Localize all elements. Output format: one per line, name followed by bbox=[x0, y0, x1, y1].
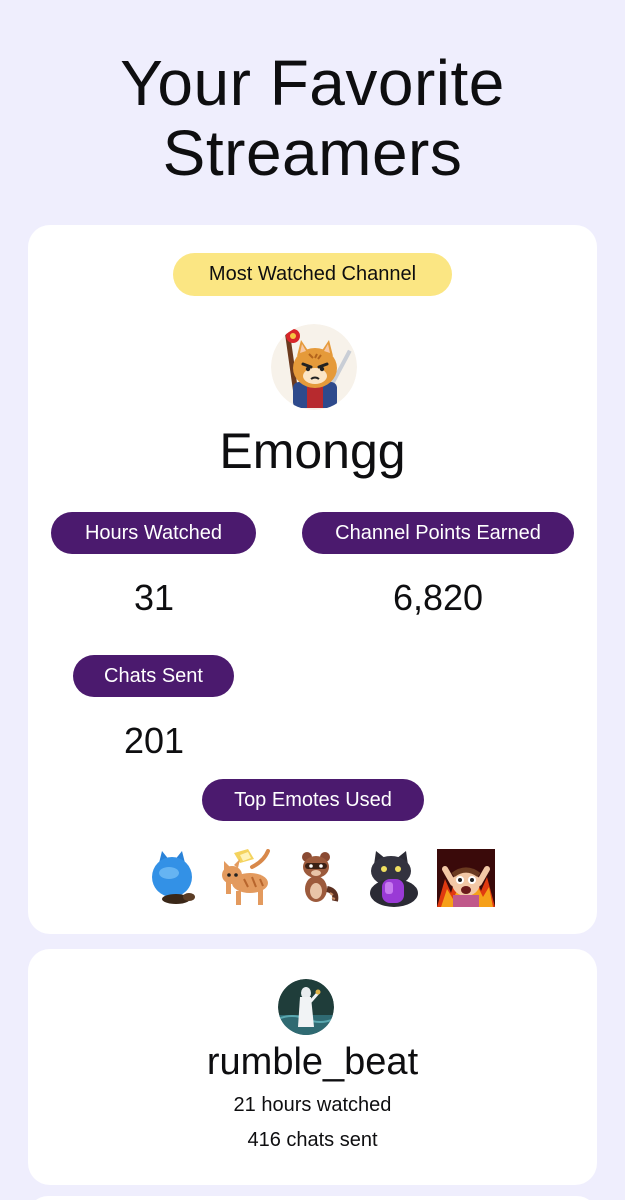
blue-cat-emote-icon[interactable] bbox=[145, 849, 203, 907]
top-streamer-name[interactable]: Emongg bbox=[28, 421, 597, 481]
ghost-figure-avatar-icon[interactable] bbox=[278, 979, 334, 1035]
black-cat-emote-icon[interactable] bbox=[364, 849, 422, 907]
page-title-line-1: Your Favorite bbox=[120, 47, 505, 119]
raccoon-emote-icon[interactable] bbox=[291, 849, 349, 907]
most-watched-card: Most Watched Channel Emongg Hours Watche… bbox=[28, 225, 597, 934]
channel-points-value: 6,820 bbox=[392, 577, 484, 618]
top-emotes-label: Top Emotes Used bbox=[202, 779, 424, 821]
third-streamer-card bbox=[28, 1196, 597, 1200]
emotes-row bbox=[145, 849, 497, 911]
most-watched-badge: Most Watched Channel bbox=[173, 253, 452, 296]
page-title-line-2: Streamers bbox=[162, 117, 463, 189]
favorite-streamers-page: Your Favorite Streamers Most Watched Cha… bbox=[0, 0, 625, 1200]
chats-sent-value: 201 bbox=[123, 720, 185, 761]
chats-sent-label: Chats Sent bbox=[73, 655, 234, 697]
second-chats-sent: 416 chats sent bbox=[247, 1129, 378, 1151]
cat-warrior-avatar-icon[interactable] bbox=[271, 324, 357, 410]
second-streamer-card: rumble_beat 21 hours watched 416 chats s… bbox=[28, 949, 597, 1185]
page-title: Your Favorite Streamers bbox=[0, 48, 625, 188]
orange-cat-emote-icon[interactable] bbox=[218, 849, 276, 907]
channel-points-label: Channel Points Earned bbox=[302, 512, 574, 554]
hours-watched-label: Hours Watched bbox=[51, 512, 256, 554]
hours-watched-value: 31 bbox=[133, 577, 175, 618]
second-streamer-name[interactable]: rumble_beat bbox=[28, 1040, 597, 1084]
cheering-emote-icon[interactable] bbox=[437, 849, 495, 907]
second-hours-watched: 21 hours watched bbox=[233, 1094, 392, 1116]
